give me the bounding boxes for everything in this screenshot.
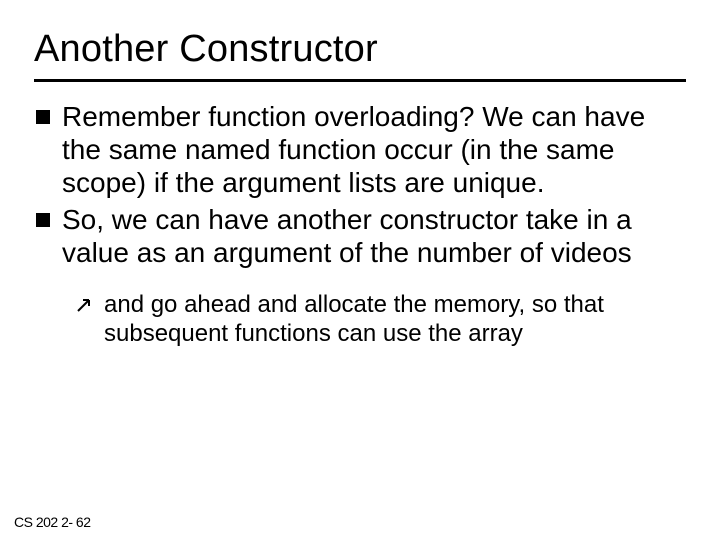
slide-footer: CS 202 2- 62 (14, 514, 91, 530)
title-rule (34, 79, 686, 82)
sub-bullet-item: and go ahead and allocate the memory, so… (76, 291, 686, 349)
sub-bullet-text: and go ahead and allocate the memory, so… (104, 291, 686, 349)
square-bullet-icon (36, 110, 50, 124)
square-bullet-icon (36, 213, 50, 227)
bullet-item: So, we can have another constructor take… (36, 203, 686, 269)
slide: Another Constructor Remember function ov… (0, 0, 720, 540)
slide-title: Another Constructor (34, 28, 686, 79)
bullet-text: Remember function overloading? We can ha… (62, 100, 686, 199)
bullet-item: Remember function overloading? We can ha… (36, 100, 686, 199)
arrow-icon (76, 297, 94, 313)
bullet-text: So, we can have another constructor take… (62, 203, 686, 269)
body: Remember function overloading? We can ha… (34, 100, 686, 349)
